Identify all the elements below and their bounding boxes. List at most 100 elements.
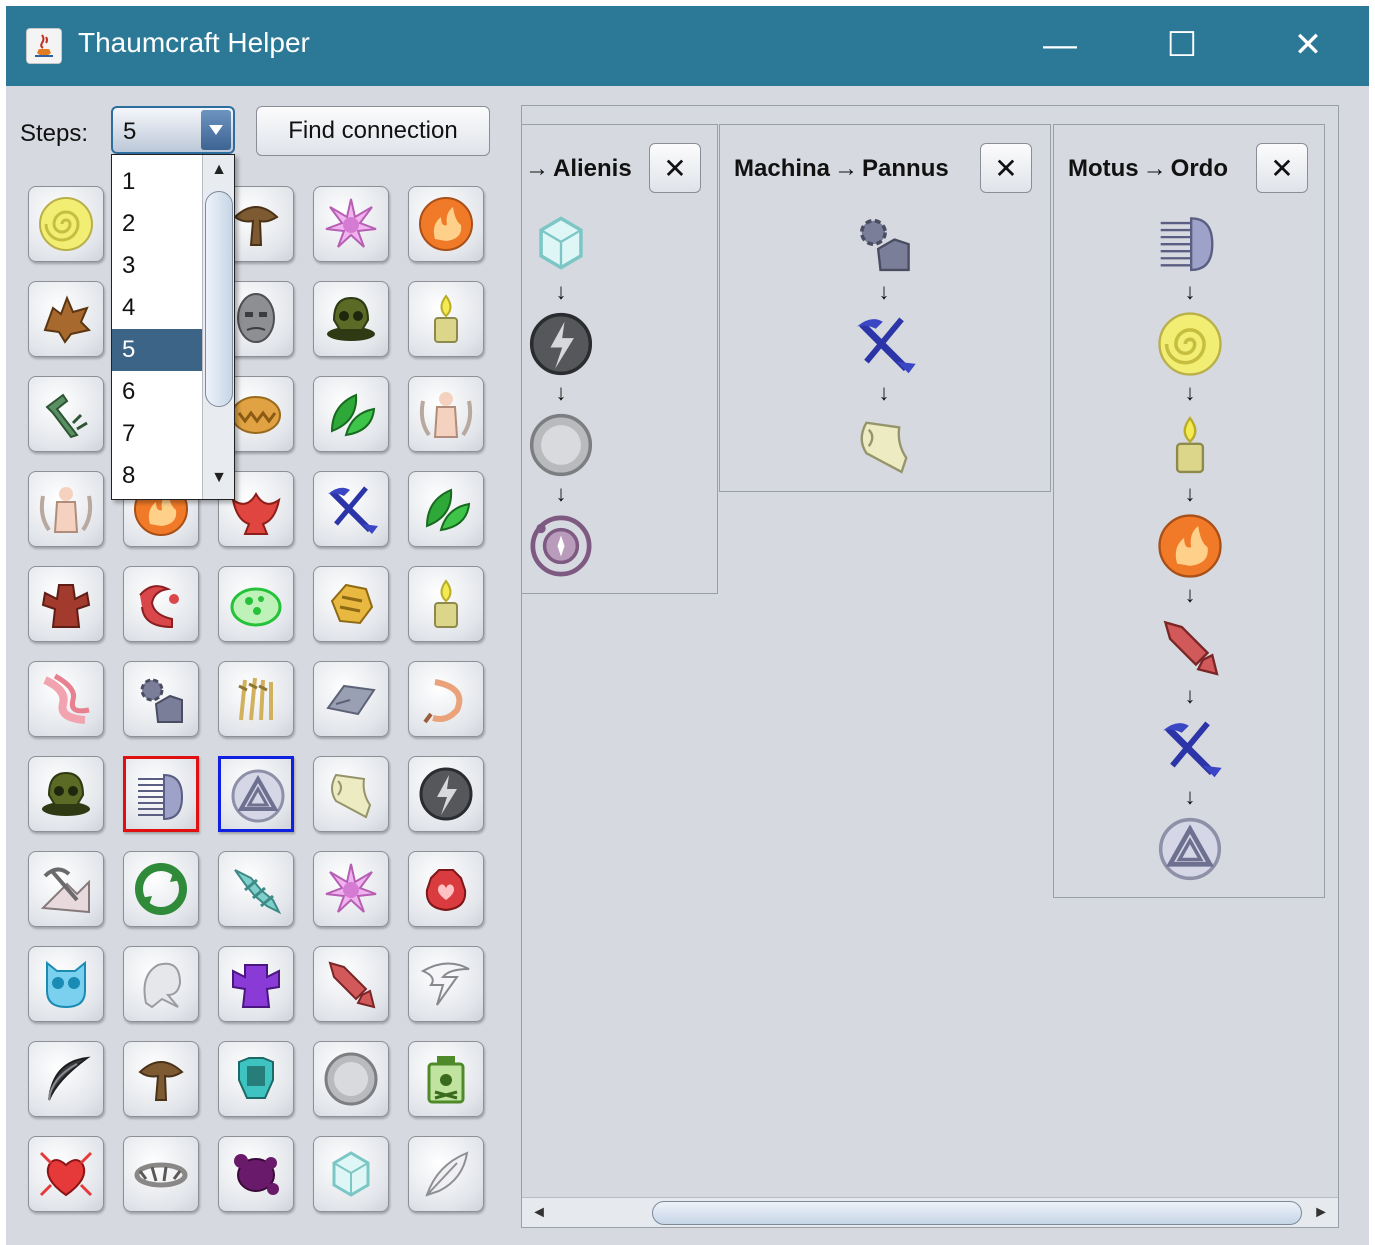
aspect-button[interactable]	[28, 756, 104, 832]
aspect-button[interactable]	[313, 376, 389, 452]
scroll-thumb[interactable]	[652, 1201, 1302, 1225]
scroll-right-icon[interactable]: ►	[1306, 1200, 1336, 1226]
aspect-button[interactable]	[28, 376, 104, 452]
dropdown-option[interactable]: 8	[112, 455, 202, 497]
tempestas-icon	[420, 962, 470, 1006]
lucrum-icon	[330, 583, 374, 625]
aspect-button[interactable]	[218, 756, 294, 832]
dropdown-option[interactable]: 1	[112, 161, 202, 203]
scroll-down-icon[interactable]: ▼	[207, 469, 231, 493]
aspect-button[interactable]	[28, 186, 104, 262]
aspect-button[interactable]	[313, 851, 389, 927]
dropdown-scrollbar[interactable]: ▲ ▼	[202, 155, 234, 499]
maximize-button[interactable]: ☐	[1152, 20, 1212, 70]
aspect-button[interactable]	[218, 851, 294, 927]
aspect-button[interactable]	[408, 376, 484, 452]
remove-connection-button[interactable]: ✕	[980, 143, 1032, 193]
aspect-button[interactable]	[218, 1136, 294, 1212]
aer-icon	[39, 197, 93, 251]
steps-dropdown-list[interactable]: 12345678 ▲ ▼	[111, 154, 235, 500]
venenum-icon	[427, 1056, 465, 1104]
aspect-button[interactable]	[123, 1136, 199, 1212]
aspect-button[interactable]	[123, 1041, 199, 1117]
steps-combobox[interactable]: 5	[111, 106, 235, 154]
dropdown-option[interactable]: 5	[112, 329, 202, 371]
horizontal-scrollbar[interactable]: ◄ ►	[522, 1197, 1338, 1227]
chain-arrow: ↓	[555, 380, 567, 405]
infernus-icon	[231, 491, 281, 535]
chain-arrow: ↓	[1184, 683, 1196, 708]
connection-card: Motus → Ordo ✕ ↓ ↓ ↓ ↓ ↓ ↓	[1053, 124, 1325, 898]
dropdown-option[interactable]: 2	[112, 203, 202, 245]
exanimis-icon	[237, 293, 275, 343]
scroll-left-icon[interactable]: ◄	[524, 1200, 554, 1226]
perfodio-icon	[40, 867, 90, 914]
close-icon: ✕	[1293, 26, 1323, 64]
aspect-button[interactable]	[408, 281, 484, 357]
connection-card: Machina → Pannus ✕ ↓ ↓	[719, 124, 1051, 492]
aspect-button[interactable]	[313, 471, 389, 547]
vitium-icon	[234, 1154, 279, 1195]
aspect-button[interactable]	[123, 851, 199, 927]
aspect-button[interactable]	[218, 566, 294, 642]
connection-title: Machina → Pannus	[734, 155, 949, 183]
chain-arrow: ↓	[555, 279, 567, 304]
dropdown-option[interactable]: 6	[112, 371, 202, 413]
aspect-button[interactable]	[408, 756, 484, 832]
aspect-button[interactable]	[28, 566, 104, 642]
aspect-button[interactable]	[313, 661, 389, 737]
dropdown-option[interactable]: 3	[112, 245, 202, 287]
chevron-down-icon[interactable]	[201, 110, 231, 150]
connection-to: Alienis	[553, 155, 632, 182]
find-connection-button[interactable]: Find connection	[256, 106, 490, 156]
aspect-button[interactable]	[218, 661, 294, 737]
scroll-thumb[interactable]	[205, 191, 233, 407]
aspect-button[interactable]	[218, 946, 294, 1022]
aspect-button[interactable]	[408, 471, 484, 547]
remove-connection-button[interactable]: ✕	[649, 143, 701, 193]
connection-arrow: →	[834, 155, 859, 182]
aspect-button[interactable]	[408, 851, 484, 927]
aspect-button[interactable]	[123, 756, 199, 832]
aspect-button[interactable]	[313, 946, 389, 1022]
aspect-button[interactable]	[28, 946, 104, 1022]
aspect-button[interactable]	[28, 281, 104, 357]
herba-icon	[330, 393, 376, 437]
remove-connection-button[interactable]: ✕	[1256, 143, 1308, 193]
aspect-button[interactable]	[28, 851, 104, 927]
aspect-button[interactable]	[28, 471, 104, 547]
aspect-button[interactable]	[408, 1136, 484, 1212]
aspect-button[interactable]	[28, 661, 104, 737]
close-window-button[interactable]: ✕	[1278, 20, 1338, 70]
aspect-button[interactable]	[123, 946, 199, 1022]
aspect-button[interactable]	[408, 946, 484, 1022]
title-bar[interactable]: Thaumcraft Helper — ☐ ✕	[6, 6, 1369, 86]
aspect-button[interactable]	[408, 1041, 484, 1117]
aspect-button[interactable]	[313, 281, 389, 357]
connection-from: Machina	[734, 155, 831, 182]
aspect-button[interactable]	[28, 1136, 104, 1212]
aspect-button[interactable]	[123, 661, 199, 737]
aspect-button[interactable]	[408, 566, 484, 642]
scroll-up-icon[interactable]: ▲	[207, 161, 231, 185]
aspect-button[interactable]	[313, 1041, 389, 1117]
aspect-button[interactable]	[313, 756, 389, 832]
vitreus-icon	[527, 209, 595, 277]
chain-arrow: ↓	[1184, 582, 1196, 607]
aspect-button[interactable]	[313, 1136, 389, 1212]
ordo-icon	[231, 769, 285, 823]
aspect-button[interactable]	[218, 1041, 294, 1117]
luxuria-icon	[43, 673, 90, 724]
close-icon: ✕	[994, 152, 1018, 184]
aspect-button[interactable]	[123, 566, 199, 642]
aspect-button[interactable]	[408, 186, 484, 262]
aspect-button[interactable]	[313, 186, 389, 262]
aspect-button[interactable]	[313, 566, 389, 642]
aspect-button[interactable]	[408, 661, 484, 737]
dropdown-option[interactable]: 7	[112, 413, 202, 455]
humanus-icon	[39, 487, 93, 533]
dropdown-option[interactable]: 4	[112, 287, 202, 329]
aspect-button[interactable]	[28, 1041, 104, 1117]
spiritus-icon	[143, 962, 182, 1009]
minimize-button[interactable]: —	[1030, 20, 1090, 70]
